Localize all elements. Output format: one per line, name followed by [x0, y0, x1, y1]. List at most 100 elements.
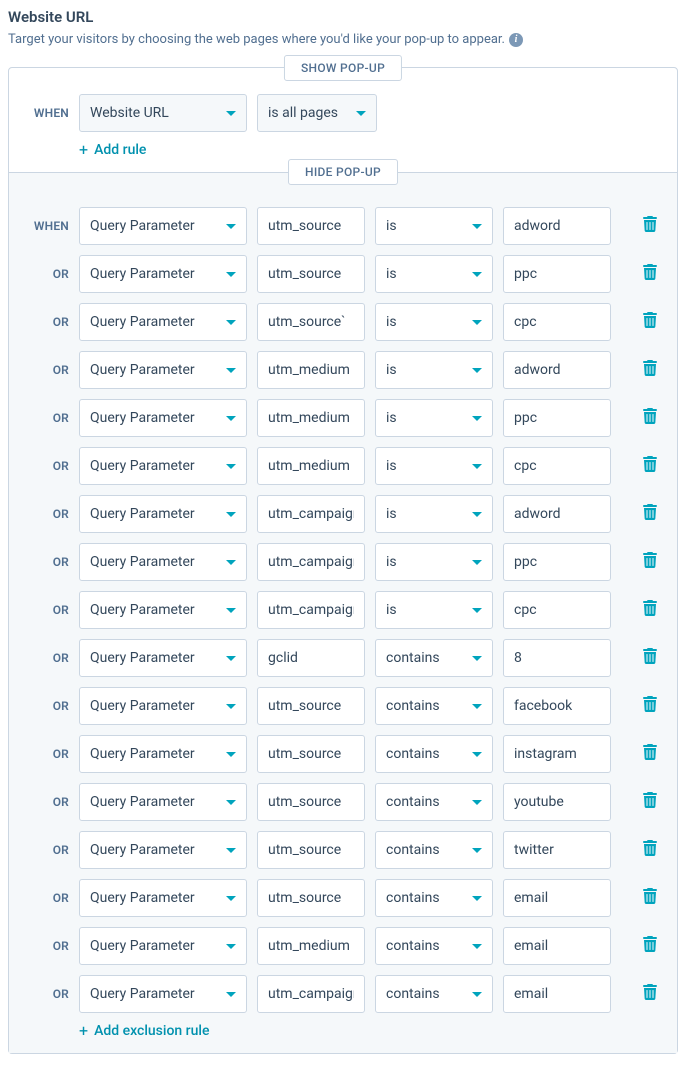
- rule-type-select[interactable]: Query Parameter: [79, 495, 247, 533]
- rule-type-select[interactable]: Query Parameter: [79, 543, 247, 581]
- rule-value-field[interactable]: [514, 842, 600, 858]
- rule-param-field[interactable]: [268, 314, 354, 330]
- rule-param-field[interactable]: [268, 554, 354, 570]
- rule-value-field[interactable]: [514, 410, 600, 426]
- rule-operator-select[interactable]: contains: [375, 639, 493, 677]
- rule-operator-select[interactable]: contains: [375, 735, 493, 773]
- rule-param-input[interactable]: [257, 591, 365, 629]
- rule-value-input[interactable]: [503, 831, 611, 869]
- rule-type-select[interactable]: Query Parameter: [79, 447, 247, 485]
- rule-value-field[interactable]: [514, 986, 600, 1002]
- rule-param-input[interactable]: [257, 495, 365, 533]
- rule-value-input[interactable]: [503, 447, 611, 485]
- rule-param-field[interactable]: [268, 842, 354, 858]
- rule-type-select[interactable]: Query Parameter: [79, 879, 247, 917]
- rule-value-field[interactable]: [514, 314, 600, 330]
- rule-param-field[interactable]: [268, 890, 354, 906]
- rule-param-input[interactable]: [257, 255, 365, 293]
- rule-type-select[interactable]: Query Parameter: [79, 975, 247, 1013]
- rule-value-field[interactable]: [514, 938, 600, 954]
- rule-param-input[interactable]: [257, 639, 365, 677]
- delete-rule-button[interactable]: [641, 745, 659, 763]
- rule-param-input[interactable]: [257, 735, 365, 773]
- rule-param-field[interactable]: [268, 650, 354, 666]
- rule-value-field[interactable]: [514, 266, 600, 282]
- rule-operator-select[interactable]: contains: [375, 879, 493, 917]
- rule-operator-select[interactable]: is: [375, 207, 493, 245]
- delete-rule-button[interactable]: [641, 313, 659, 331]
- rule-value-input[interactable]: [503, 255, 611, 293]
- rule-value-field[interactable]: [514, 698, 600, 714]
- rule-param-input[interactable]: [257, 303, 365, 341]
- rule-param-input[interactable]: [257, 831, 365, 869]
- rule-param-field[interactable]: [268, 986, 354, 1002]
- rule-param-input[interactable]: [257, 207, 365, 245]
- rule-value-input[interactable]: [503, 927, 611, 965]
- rule-value-field[interactable]: [514, 458, 600, 474]
- rule-param-input[interactable]: [257, 927, 365, 965]
- rule-operator-select[interactable]: contains: [375, 831, 493, 869]
- rule-type-select[interactable]: Query Parameter: [79, 591, 247, 629]
- rule-value-input[interactable]: [503, 783, 611, 821]
- delete-rule-button[interactable]: [641, 985, 659, 1003]
- delete-rule-button[interactable]: [641, 889, 659, 907]
- rule-value-input[interactable]: [503, 591, 611, 629]
- rule-value-field[interactable]: [514, 362, 600, 378]
- rule-value-field[interactable]: [514, 506, 600, 522]
- rule-param-field[interactable]: [268, 506, 354, 522]
- rule-value-input[interactable]: [503, 879, 611, 917]
- rule-type-select[interactable]: Query Parameter: [79, 831, 247, 869]
- rule-value-input[interactable]: [503, 543, 611, 581]
- rule-operator-select[interactable]: contains: [375, 783, 493, 821]
- rule-operator-select[interactable]: is: [375, 447, 493, 485]
- rule-type-select[interactable]: Query Parameter: [79, 207, 247, 245]
- delete-rule-button[interactable]: [641, 793, 659, 811]
- rule-operator-select[interactable]: contains: [375, 927, 493, 965]
- rule-value-field[interactable]: [514, 554, 600, 570]
- rule-value-input[interactable]: [503, 207, 611, 245]
- rule-type-select[interactable]: Query Parameter: [79, 303, 247, 341]
- rule-param-input[interactable]: [257, 975, 365, 1013]
- rule-value-input[interactable]: [503, 975, 611, 1013]
- rule-value-field[interactable]: [514, 650, 600, 666]
- rule-param-field[interactable]: [268, 410, 354, 426]
- delete-rule-button[interactable]: [641, 841, 659, 859]
- add-rule-button[interactable]: + Add rule: [79, 142, 659, 158]
- delete-rule-button[interactable]: [641, 601, 659, 619]
- rule-type-select[interactable]: Query Parameter: [79, 639, 247, 677]
- delete-rule-button[interactable]: [641, 265, 659, 283]
- add-exclusion-rule-button[interactable]: + Add exclusion rule: [79, 1023, 659, 1039]
- delete-rule-button[interactable]: [641, 553, 659, 571]
- rule-value-input[interactable]: [503, 399, 611, 437]
- rule-value-field[interactable]: [514, 602, 600, 618]
- rule-param-field[interactable]: [268, 794, 354, 810]
- delete-rule-button[interactable]: [641, 649, 659, 667]
- delete-rule-button[interactable]: [641, 409, 659, 427]
- rule-param-field[interactable]: [268, 698, 354, 714]
- rule-param-field[interactable]: [268, 218, 354, 234]
- rule-type-select[interactable]: Query Parameter: [79, 351, 247, 389]
- rule-value-input[interactable]: [503, 687, 611, 725]
- rule-param-field[interactable]: [268, 458, 354, 474]
- delete-rule-button[interactable]: [641, 457, 659, 475]
- rule-value-field[interactable]: [514, 794, 600, 810]
- rule-operator-select[interactable]: is: [375, 495, 493, 533]
- rule-type-select[interactable]: Query Parameter: [79, 735, 247, 773]
- url-type-select[interactable]: Website URL: [79, 94, 247, 132]
- rule-param-input[interactable]: [257, 879, 365, 917]
- rule-operator-select[interactable]: is: [375, 591, 493, 629]
- rule-param-input[interactable]: [257, 687, 365, 725]
- rule-operator-select[interactable]: contains: [375, 975, 493, 1013]
- rule-type-select[interactable]: Query Parameter: [79, 783, 247, 821]
- delete-rule-button[interactable]: [641, 937, 659, 955]
- rule-operator-select[interactable]: is: [375, 303, 493, 341]
- rule-value-field[interactable]: [514, 218, 600, 234]
- rule-operator-select[interactable]: is: [375, 351, 493, 389]
- rule-type-select[interactable]: Query Parameter: [79, 399, 247, 437]
- delete-rule-button[interactable]: [641, 361, 659, 379]
- url-operator-select[interactable]: is all pages: [257, 94, 377, 132]
- rule-param-field[interactable]: [268, 938, 354, 954]
- rule-param-field[interactable]: [268, 602, 354, 618]
- rule-param-field[interactable]: [268, 362, 354, 378]
- rule-param-input[interactable]: [257, 399, 365, 437]
